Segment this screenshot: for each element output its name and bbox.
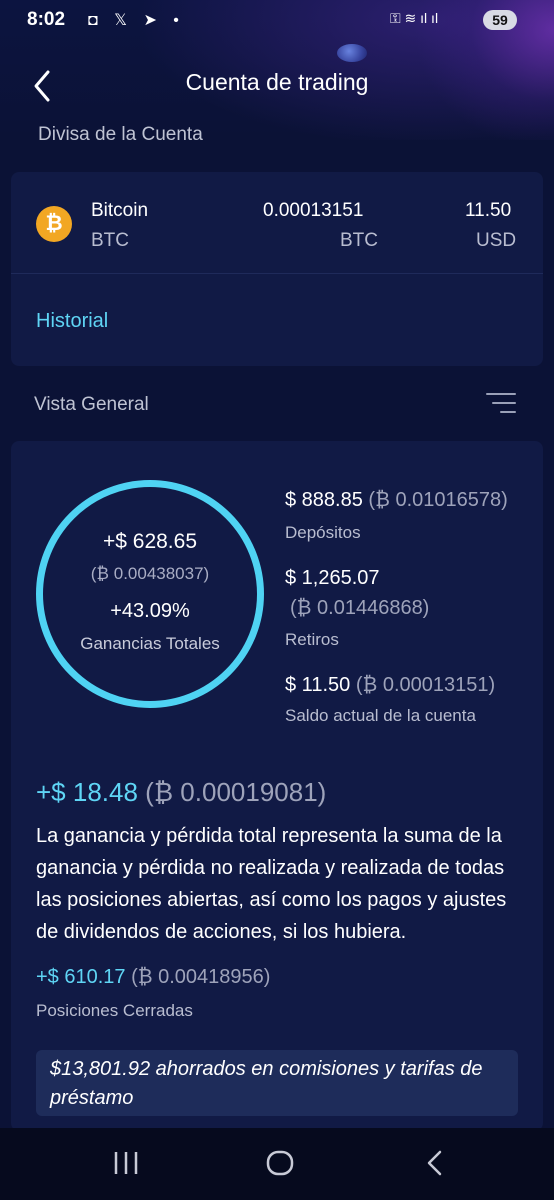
- fiat-value: 11.50: [465, 200, 512, 221]
- home-icon[interactable]: [265, 1148, 295, 1178]
- notification-icons: ◘ 𝕏 ➤ •: [88, 12, 185, 29]
- recent-apps-icon[interactable]: [112, 1148, 140, 1178]
- account-currency-card: ₿ Bitcoin BTC 0.00013151 BTC 11.50 USD H…: [11, 172, 543, 366]
- coin-balance: 0.00013151: [263, 200, 364, 221]
- fiat-unit: USD: [476, 230, 517, 251]
- bitcoin-icon: ₿: [36, 206, 72, 242]
- page-title: Cuenta de trading: [185, 69, 369, 95]
- coin-name: Bitcoin: [91, 200, 149, 221]
- total-gains-percent: +43.09%: [110, 600, 190, 622]
- deposits-value: $ 888.85 (₿ 0.01016578): [285, 489, 508, 512]
- total-gains-ring: [36, 480, 264, 708]
- total-gains-btc: (₿ 0.00438037): [90, 564, 210, 583]
- history-link[interactable]: Historial: [36, 310, 108, 333]
- closed-positions-label: Posiciones Cerradas: [36, 1001, 193, 1020]
- pnl-description: La ganancia y pérdida total representa l…: [36, 825, 507, 943]
- pnl-total: +$ 18.48 (₿ 0.00019081): [36, 777, 326, 808]
- account-currency-label: Divisa de la Cuenta: [38, 124, 203, 145]
- pnl-btc: (₿ 0.00019081): [145, 777, 327, 807]
- balance-usd: $ 11.50: [285, 674, 351, 696]
- total-gains-label: Ganancias Totales: [80, 634, 220, 653]
- overview-label: Vista General: [34, 394, 149, 415]
- withdrawals-usd: $ 1,265.07: [285, 567, 380, 589]
- coin-balance-unit: BTC: [340, 230, 378, 251]
- card-divider: [11, 273, 543, 274]
- withdrawals-label: Retiros: [285, 630, 339, 649]
- withdrawals-btc: (₿ 0.01446868): [290, 597, 430, 619]
- savings-banner: $13,801.92 ahorrados en comisiones y tar…: [36, 1050, 518, 1116]
- battery-icon: 59: [483, 10, 517, 30]
- balance-value: $ 11.50 (₿ 0.00013151): [285, 674, 495, 697]
- deposits-usd: $ 888.85: [285, 489, 363, 511]
- deposits-label: Depósitos: [285, 523, 361, 542]
- status-time: 8:02: [27, 9, 66, 30]
- signal-icons: ⚿ ≋ ıl ıl: [390, 10, 439, 26]
- balance-label: Saldo actual de la cuenta: [285, 706, 476, 725]
- balance-btc: (₿ 0.00013151): [355, 674, 496, 696]
- pnl-usd: +$ 18.48: [36, 777, 138, 807]
- coin-symbol: BTC: [91, 230, 129, 251]
- closed-positions-value: +$ 610.17 (₿ 0.00418956): [36, 966, 270, 989]
- closed-usd: +$ 610.17: [36, 966, 126, 988]
- sort-icon[interactable]: [482, 393, 516, 415]
- total-gains-usd: +$ 628.65: [102, 530, 197, 553]
- back-nav-icon[interactable]: [425, 1148, 445, 1178]
- system-navigation-bar: [0, 1128, 554, 1200]
- top-navigation: Cuenta de trading: [0, 58, 554, 108]
- status-bar: 8:02 ◘ 𝕏 ➤ • ⚿ ≋ ıl ıl 59: [0, 0, 554, 40]
- deposits-btc: (₿ 0.01016578): [368, 489, 508, 511]
- closed-btc: (₿ 0.00418956): [131, 966, 271, 988]
